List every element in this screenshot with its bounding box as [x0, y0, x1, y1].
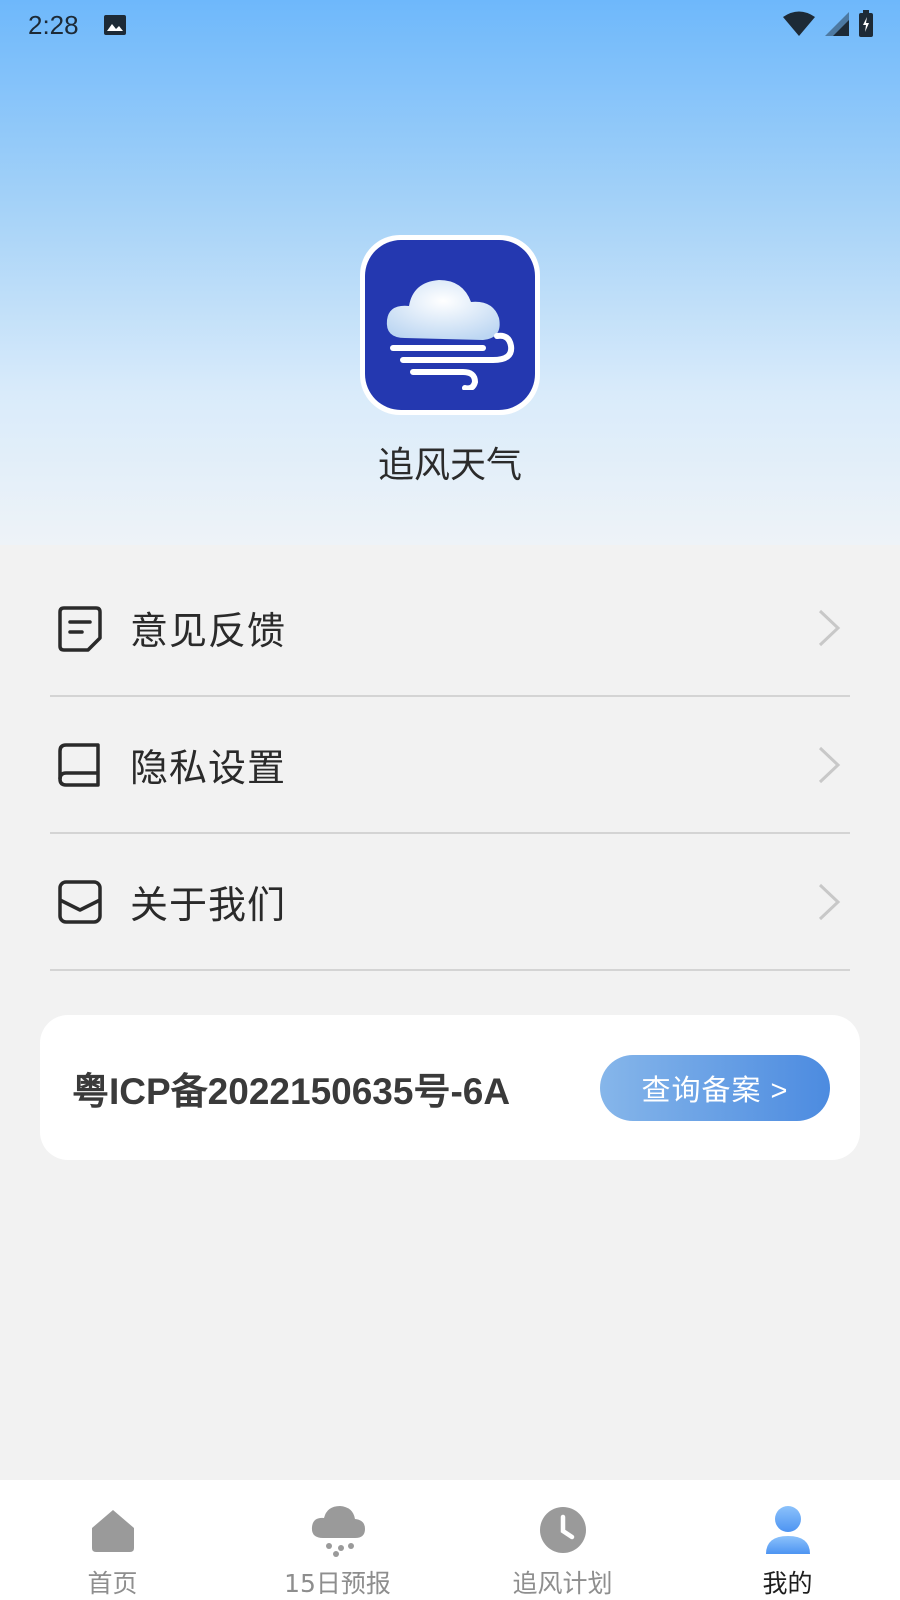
chevron-right-icon: [816, 608, 842, 648]
signal-icon: [824, 11, 850, 41]
tab-label: 首页: [87, 1569, 138, 1598]
status-time: 2:28: [28, 9, 79, 40]
menu-item-privacy[interactable]: 隐私设置: [50, 697, 850, 834]
cloud-rain-icon: [308, 1500, 368, 1560]
tab-mine[interactable]: 我的: [675, 1480, 900, 1600]
tab-home[interactable]: 首页: [0, 1480, 225, 1600]
bottom-tab-bar: 首页 15日预报 追风计划 我的: [0, 1480, 900, 1600]
feedback-icon: [58, 604, 102, 652]
book-icon: [58, 741, 102, 789]
settings-menu: 意见反馈 隐私设置 关于我们: [50, 560, 850, 971]
clock-icon: [533, 1500, 593, 1560]
home-icon: [83, 1500, 143, 1560]
cloud-wind-logo-icon: [365, 240, 535, 410]
image-icon: [103, 14, 127, 36]
query-record-button[interactable]: 查询备案 >: [600, 1055, 830, 1121]
envelope-icon: [58, 878, 102, 926]
profile-header: 2:28 追风天气: [0, 0, 900, 545]
menu-item-label: 关于我们: [130, 883, 287, 927]
tab-label: 我的: [762, 1569, 813, 1598]
menu-item-about[interactable]: 关于我们: [50, 834, 850, 971]
app-name: 追风天气: [377, 445, 522, 486]
menu-item-label: 意见反馈: [130, 609, 287, 653]
tab-label: 15日预报: [284, 1569, 391, 1598]
battery-icon: [858, 10, 874, 42]
user-icon: [758, 1500, 818, 1560]
app-logo: [360, 235, 540, 415]
tab-label: 追风计划: [512, 1569, 613, 1598]
chevron-right-icon: [816, 745, 842, 785]
wifi-icon: [782, 11, 816, 41]
chevron-right-icon: [816, 882, 842, 922]
icp-card: 粤ICP备2022150635号-6A 查询备案 >: [40, 1015, 860, 1160]
status-bar: 2:28: [0, 0, 900, 50]
icp-number: 粤ICP备2022150635号-6A: [72, 1070, 511, 1112]
tab-plan[interactable]: 追风计划: [450, 1480, 675, 1600]
menu-item-label: 隐私设置: [130, 746, 287, 790]
menu-item-feedback[interactable]: 意见反馈: [50, 560, 850, 697]
tab-forecast[interactable]: 15日预报: [225, 1480, 450, 1600]
